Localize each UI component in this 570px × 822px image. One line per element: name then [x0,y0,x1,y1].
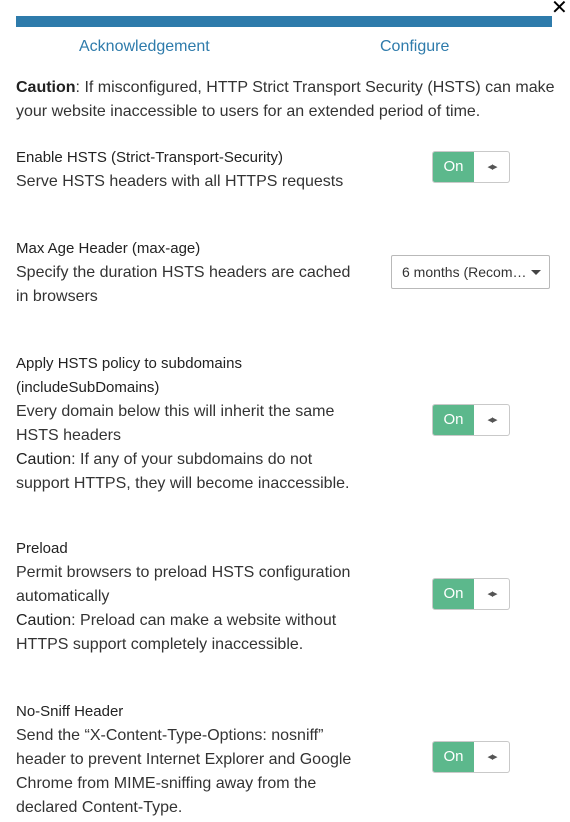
setting-title: Enable HSTS (Strict-Transport-Security) [16,149,284,166]
setting-include-subdomains: Apply HSTS policy to subdomains (include… [16,352,366,496]
caution-label: Caution [16,612,72,629]
toggle-on-label: On [433,152,474,182]
max-age-select[interactable]: 6 months (Recommended) [391,255,550,289]
caution-notice: Caution: If misconfigured, HTTP Strict T… [16,76,556,124]
tab-configure[interactable]: Configure [380,38,449,56]
setting-enable-hsts: Enable HSTS (Strict-Transport-Security) … [16,146,366,194]
chevron-down-icon [531,270,541,275]
toggle-on-label: On [433,579,474,609]
setting-description: Serve HSTS headers with all HTTPS reques… [16,173,344,190]
setting-title: No-Sniff Header [16,703,124,720]
setting-description: Permit browsers to preload HSTS configur… [16,564,351,605]
setting-description: Specify the duration HSTS headers are ca… [16,264,351,305]
close-icon[interactable]: ✕ [551,0,568,18]
setting-title: Apply HSTS policy to subdomains (include… [16,355,242,396]
progress-bar [16,16,552,27]
toggle-handle-icon: ◂▸ [487,161,497,173]
toggle-on-label: On [433,742,474,772]
setting-title: Max Age Header (max-age) [16,240,201,257]
toggle-handle-icon: ◂▸ [487,588,497,600]
caution-text: : If misconfigured, HTTP Strict Transpor… [16,79,555,120]
include-subdomains-toggle[interactable]: On ◂▸ [432,404,510,436]
setting-nosniff: No-Sniff Header Send the “X-Content-Type… [16,700,366,820]
toggle-handle-icon: ◂▸ [487,414,497,426]
preload-toggle[interactable]: On ◂▸ [432,578,510,610]
setting-description: Every domain below this will inherit the… [16,403,335,444]
toggle-on-label: On [433,405,474,435]
caution-label: Caution [16,451,72,468]
caution-label: Caution [16,79,76,96]
tab-acknowledgement[interactable]: Acknowledgement [79,38,210,56]
max-age-selected-value: 6 months (Recommended) [402,264,530,280]
toggle-handle-icon: ◂▸ [487,751,497,763]
setting-caution: Caution: Preload can make a website with… [16,609,366,657]
nosniff-toggle[interactable]: On ◂▸ [432,741,510,773]
setting-max-age: Max Age Header (max-age) Specify the dur… [16,237,366,309]
setting-description: Send the “X-Content-Type-Options: nosnif… [16,727,352,816]
tab-bar: Acknowledgement Configure [16,36,552,64]
setting-title: Preload [16,540,68,557]
setting-caution: Caution: If any of your subdomains do no… [16,448,366,496]
setting-preload: Preload Permit browsers to preload HSTS … [16,537,366,657]
enable-hsts-toggle[interactable]: On ◂▸ [432,151,510,183]
